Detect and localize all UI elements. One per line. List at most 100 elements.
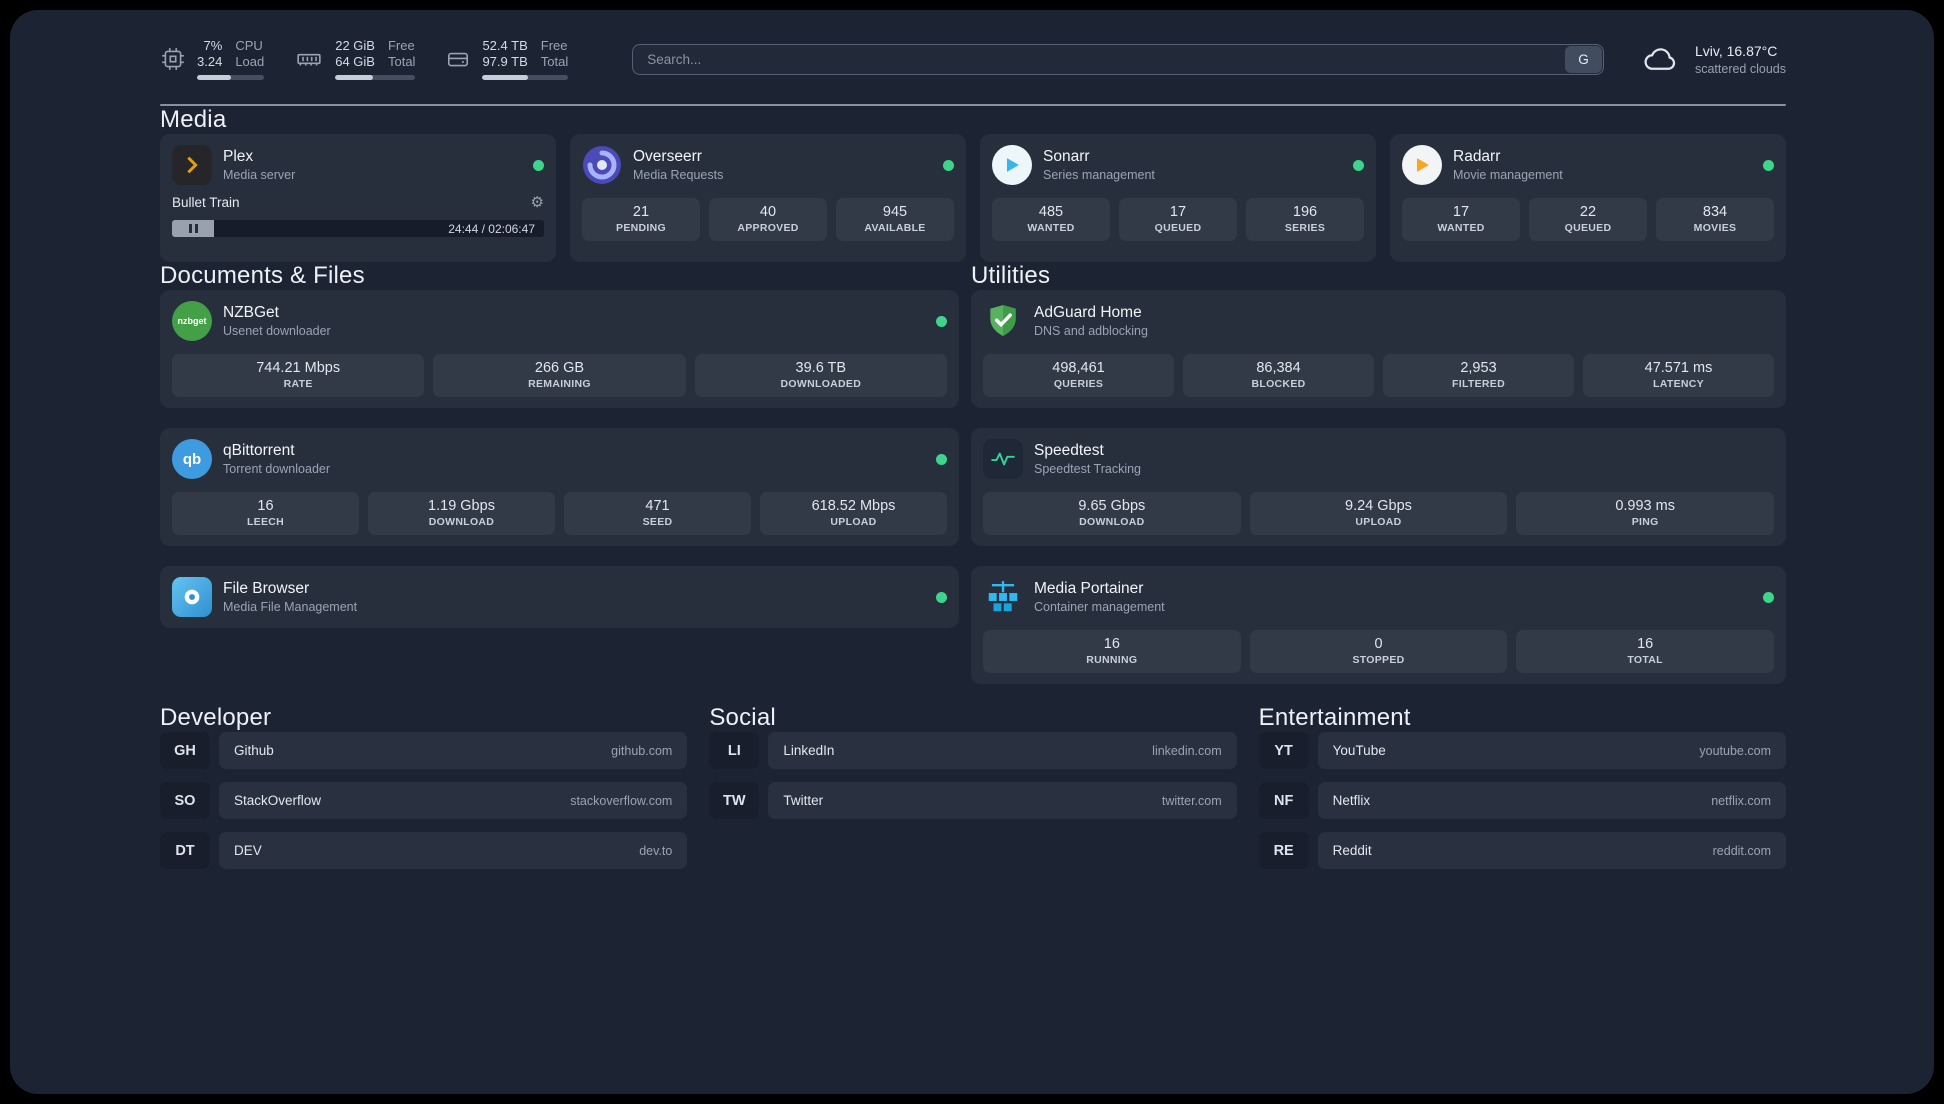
cpu-usage-bar — [197, 74, 265, 80]
bookmark-abbr: NF — [1258, 782, 1309, 819]
stat-value: 744.21 Mbps — [256, 360, 341, 376]
bookmark-github[interactable]: GH Github github.com — [160, 732, 688, 769]
nzbget-icon-text: nzbget — [177, 316, 207, 326]
stat-label: LEECH — [246, 516, 285, 528]
stat-value: 2,953 — [1460, 360, 1497, 376]
service-name: Speedtest — [1034, 442, 1104, 459]
disk-icon — [448, 52, 469, 67]
bookmark-name: Netflix — [1332, 793, 1371, 808]
stat-label: DOWNLOAD — [428, 516, 495, 528]
stat-box: 0.993 ms PING — [1516, 492, 1774, 535]
stat-value: 47.571 ms — [1644, 360, 1713, 376]
stat-value: 16 — [1637, 636, 1654, 652]
disk-usage-bar — [482, 74, 569, 80]
filebrowser-icon — [172, 577, 212, 617]
pause-button[interactable] — [172, 220, 214, 237]
section-heading-media: Media — [160, 106, 227, 133]
bookmark-reddit[interactable]: RE Reddit reddit.com — [1258, 832, 1786, 869]
header-divider — [160, 104, 1786, 106]
service-card-nzbget[interactable]: nzbget NZBGet Usenet downloader 744.21 M… — [160, 290, 959, 408]
documents-column: Documents & Files nzbget NZBGet Usenet d… — [160, 262, 959, 648]
utilities-column: Utilities AdGuard Home DNS and adblockin… — [971, 262, 1786, 704]
section-heading-utilities: Utilities — [971, 262, 1051, 289]
service-card-sonarr[interactable]: Sonarr Series management 485 WANTED 17 Q… — [980, 134, 1376, 262]
cpu-label: CPU — [235, 38, 263, 54]
stat-box: 945 AVAILABLE — [836, 198, 954, 241]
bookmark-abbr: SO — [160, 782, 210, 819]
stat-box: 40 APPROVED — [709, 198, 827, 241]
bookmark-stackoverflow[interactable]: SO StackOverflow stackoverflow.com — [160, 782, 688, 819]
stat-box: 498,461 QUERIES — [983, 354, 1174, 397]
search-bar: G — [632, 43, 1604, 75]
stat-label: PENDING — [616, 222, 666, 234]
service-name: qBittorrent — [223, 442, 295, 459]
settings-gear-icon[interactable]: ⚙ — [531, 195, 544, 210]
service-card-qbittorrent[interactable]: qb qBittorrent Torrent downloader 16 LEE… — [160, 428, 959, 546]
service-desc: Speedtest Tracking — [1034, 462, 1142, 476]
memory-free-value: 22 GiB — [335, 38, 375, 54]
stat-value: 498,461 — [1052, 360, 1105, 376]
section-heading-documents: Documents & Files — [160, 262, 365, 289]
memory-icon — [297, 53, 321, 66]
stat-label: QUEUED — [1564, 222, 1612, 234]
adguard-icon — [983, 301, 1023, 341]
search-provider-button[interactable]: G — [1564, 45, 1602, 73]
stat-box: 47.571 ms LATENCY — [1583, 354, 1774, 397]
bookmark-dev[interactable]: DT DEV dev.to — [160, 832, 688, 869]
top-bar: 7% 3.24 CPU Load 22 GiB 64 GiB Free Tota… — [160, 36, 1786, 82]
nzbget-icon: nzbget — [172, 301, 212, 341]
search-input[interactable] — [632, 43, 1604, 75]
now-playing-title: Bullet Train — [172, 195, 240, 210]
cpu-widget: 7% 3.24 CPU Load — [160, 38, 265, 80]
status-dot — [936, 453, 947, 465]
stat-box: 16 LEECH — [172, 492, 359, 535]
stat-label: MOVIES — [1693, 222, 1737, 234]
status-dot — [533, 159, 544, 171]
memory-total-value: 64 GiB — [335, 54, 375, 69]
qbittorrent-icon-text: qb — [182, 450, 202, 468]
bookmark-twitter[interactable]: TW Twitter twitter.com — [709, 782, 1237, 819]
service-card-overseerr[interactable]: Overseerr Media Requests 21 PENDING 40 A… — [570, 134, 966, 262]
stat-value: 834 — [1702, 204, 1728, 220]
stat-box: 17 QUEUED — [1119, 198, 1237, 241]
stat-box: 22 QUEUED — [1529, 198, 1647, 241]
section-heading-entertainment: Entertainment — [1258, 704, 1411, 731]
bookmark-netflix[interactable]: NF Netflix netflix.com — [1258, 782, 1786, 819]
stat-box: 0 STOPPED — [1249, 630, 1508, 673]
stat-box: 2,953 FILTERED — [1383, 354, 1574, 397]
service-card-radarr[interactable]: Radarr Movie management 17 WANTED 22 QUE… — [1390, 134, 1786, 262]
cpu-load-label: Load — [235, 54, 265, 69]
stat-label: REMAINING — [528, 378, 591, 390]
stat-value: 21 — [632, 204, 650, 220]
section-heading-social: Social — [709, 704, 776, 731]
stat-value: 39.6 TB — [795, 360, 847, 376]
bookmark-linkedin[interactable]: LI LinkedIn linkedin.com — [709, 732, 1237, 769]
service-card-plex[interactable]: Plex Media server Bullet Train ⚙ 24:44 /… — [160, 134, 556, 262]
service-card-speedtest[interactable]: Speedtest Speedtest Tracking 9.65 Gbps D… — [971, 428, 1786, 546]
service-name: File Browser — [223, 580, 310, 597]
status-dot — [943, 159, 954, 171]
stat-value: 266 GB — [534, 360, 585, 376]
cpu-icon — [162, 48, 184, 70]
cpu-stats: 7% 3.24 CPU Load — [197, 38, 265, 80]
service-name: AdGuard Home — [1034, 304, 1142, 321]
service-desc: Series management — [1043, 168, 1155, 182]
bookmark-url: github.com — [611, 743, 673, 758]
stat-label: BLOCKED — [1251, 378, 1306, 390]
status-dot — [936, 315, 947, 327]
service-card-filebrowser[interactable]: File Browser Media File Management — [160, 566, 959, 628]
bookmark-name: StackOverflow — [234, 793, 322, 808]
service-card-adguard[interactable]: AdGuard Home DNS and adblocking 498,461 … — [971, 290, 1786, 408]
bookmark-url: reddit.com — [1712, 843, 1771, 858]
cpu-load-value: 3.24 — [197, 54, 223, 69]
stat-box: 21 PENDING — [582, 198, 700, 241]
stat-label: AVAILABLE — [864, 222, 926, 234]
stat-label: DOWNLOAD — [1079, 516, 1145, 528]
status-dot — [1762, 591, 1774, 603]
bookmark-youtube[interactable]: YT YouTube youtube.com — [1258, 732, 1786, 769]
stat-label: QUERIES — [1053, 378, 1104, 390]
stat-label: WANTED — [1437, 222, 1485, 234]
bookmark-group-developer: Developer GH Github github.com SO StackO… — [160, 704, 688, 882]
media-card-row: Plex Media server Bullet Train ⚙ 24:44 /… — [160, 134, 1786, 262]
service-card-portainer[interactable]: Media Portainer Container management 16 … — [971, 566, 1786, 684]
